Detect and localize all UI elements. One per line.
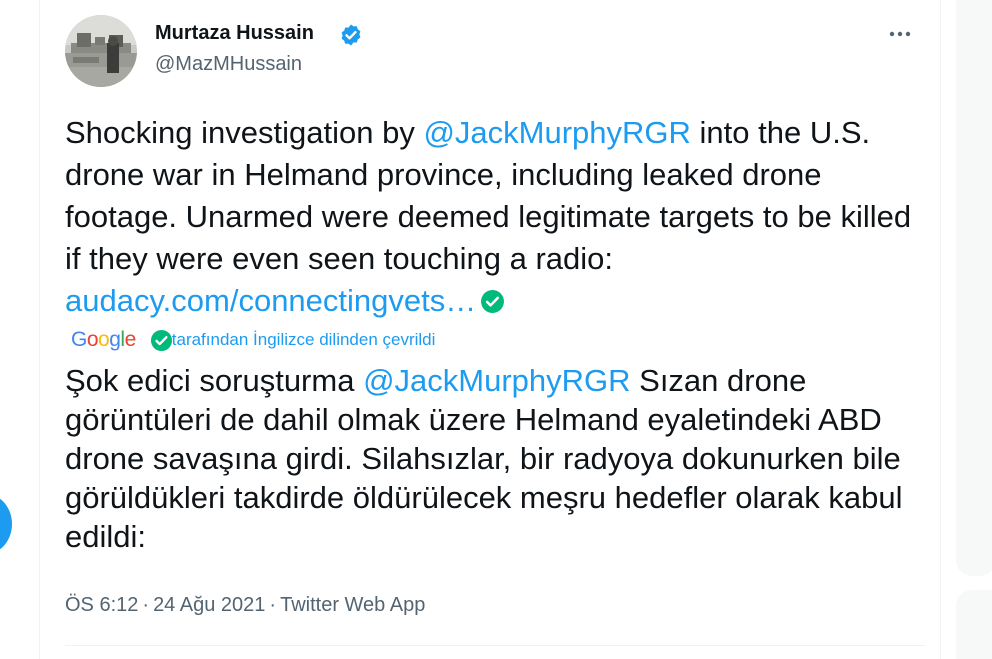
more-horizontal-icon xyxy=(889,31,911,37)
translated-tweet-text: Şok edici soruşturma @JackMurphyRGR Sıza… xyxy=(65,361,925,556)
translation-attribution: Google tarafından İngilizce dilinden çev… xyxy=(71,326,435,354)
tweet-meta: ÖS 6:12 · 24 Ağu 2021 · Twitter Web App xyxy=(65,594,425,617)
tweet-date[interactable]: 24 Ağu 2021 xyxy=(153,594,265,616)
author-handle[interactable]: @MazMHussain xyxy=(155,53,302,76)
meta-separator: · xyxy=(269,594,277,616)
avatar[interactable] xyxy=(65,15,137,87)
mention-link[interactable]: @JackMurphyRGR xyxy=(363,363,630,398)
floating-action-button[interactable] xyxy=(0,494,12,554)
sidebar-card xyxy=(956,590,992,659)
right-sidebar xyxy=(956,0,992,659)
more-options-button[interactable] xyxy=(884,22,916,46)
column-border-left xyxy=(39,0,40,659)
tweet-source[interactable]: Twitter Web App xyxy=(280,594,425,616)
tweet-page: Murtaza Hussain @MazMHussain Shocking in… xyxy=(0,0,992,659)
column-border-right xyxy=(940,0,941,659)
mention-link[interactable]: @JackMurphyRGR xyxy=(423,115,690,150)
meta-separator: · xyxy=(142,594,150,616)
translation-attribution-text: tarafından İngilizce dilinden çevrildi xyxy=(171,330,436,349)
tweet-text: Shocking investigation by @JackMurphyRGR… xyxy=(65,112,925,322)
tweet-text-part: Shocking investigation by xyxy=(65,115,424,150)
google-logo[interactable]: Google xyxy=(71,327,136,353)
external-link[interactable]: audacy.com/connectingvets… xyxy=(65,283,476,318)
sidebar-card xyxy=(956,0,992,576)
author-display-name[interactable]: Murtaza Hussain xyxy=(155,22,314,45)
translated-text-part: Şok edici soruşturma xyxy=(65,363,364,398)
check-circle-icon xyxy=(481,290,505,313)
verified-badge-icon xyxy=(339,23,363,47)
check-circle-icon xyxy=(150,329,172,351)
tweet-time[interactable]: ÖS 6:12 xyxy=(65,594,138,616)
divider xyxy=(65,645,925,646)
